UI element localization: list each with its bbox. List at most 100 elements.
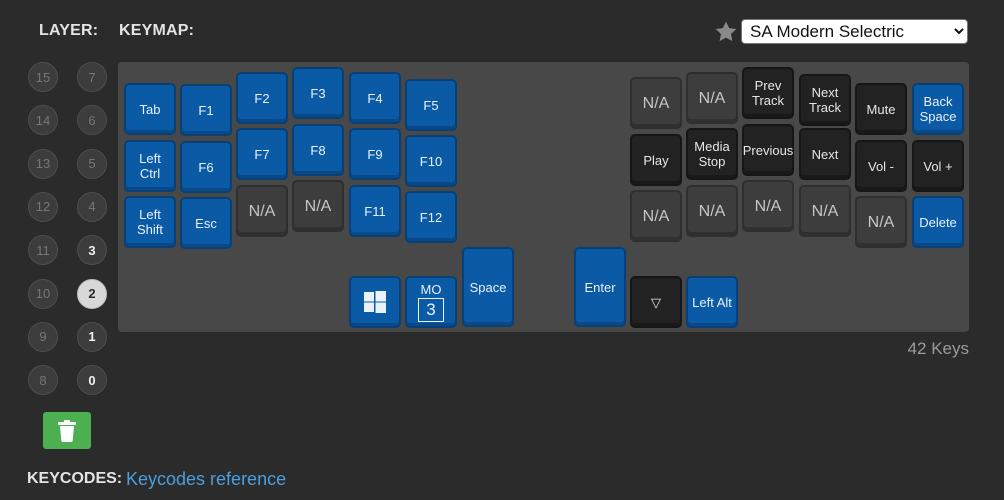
key-play[interactable]: Play	[630, 134, 682, 186]
key-n-a[interactable]: N/A	[686, 72, 738, 124]
layer-button-3[interactable]: 3	[77, 235, 107, 266]
key-mute[interactable]: Mute	[855, 83, 907, 135]
key-next[interactable]: Next	[799, 128, 851, 180]
key-label: F2	[254, 90, 270, 106]
layer-button-4[interactable]: 4	[77, 191, 107, 222]
key-label: N/A	[304, 197, 332, 215]
keyset-select[interactable]: SA Modern Selectric	[741, 19, 968, 44]
key-layer-number: 3	[418, 297, 444, 322]
key-f3[interactable]: F3	[292, 67, 344, 119]
key-f8[interactable]: F8	[292, 124, 344, 176]
layer-button-1[interactable]: 1	[77, 321, 107, 352]
layer-button-8[interactable]: 8	[28, 365, 58, 396]
key-f9[interactable]: F9	[349, 128, 401, 180]
layer-button-6[interactable]: 6	[77, 105, 107, 136]
key-f12[interactable]: F12	[405, 191, 457, 243]
key-symbol[interactable]: ▽	[630, 276, 682, 328]
key-f5[interactable]: F5	[405, 79, 457, 131]
key-label: Vol -	[867, 158, 894, 174]
key-left-alt[interactable]: Left Alt	[686, 276, 738, 328]
key-enter[interactable]: Enter	[574, 247, 626, 327]
key-label: N/A	[867, 213, 895, 231]
layer-button-15[interactable]: 15	[28, 62, 58, 92]
key-mo[interactable]: MO 3	[405, 276, 457, 328]
key-label: Space	[469, 279, 507, 295]
key-f6[interactable]: F6	[180, 141, 232, 193]
keycodes-reference-link[interactable]: Keycodes reference	[126, 469, 286, 490]
key-label: F1	[198, 102, 214, 118]
key-delete[interactable]: Delete	[912, 196, 964, 248]
key-label: F11	[364, 203, 386, 219]
key-f7[interactable]: F7	[236, 128, 288, 180]
key-n-a[interactable]: N/A	[630, 190, 682, 242]
key-f2[interactable]: F2	[236, 72, 288, 124]
key-label: N/A	[642, 207, 670, 225]
star-icon[interactable]	[714, 20, 738, 44]
key-label: F4	[367, 90, 383, 106]
key-f11[interactable]: F11	[349, 185, 401, 237]
key-n-a[interactable]: N/A	[742, 180, 794, 232]
layer-button-5[interactable]: 5	[77, 148, 107, 179]
key-f4[interactable]: F4	[349, 72, 401, 124]
key-label: Back Space	[919, 94, 957, 124]
trash-icon	[58, 419, 76, 442]
key-label: Esc	[195, 215, 217, 231]
key-label: F10	[419, 153, 443, 169]
layer-button-0[interactable]: 0	[77, 365, 107, 396]
key-label: ▽	[651, 294, 661, 310]
key-next-track[interactable]: Next Track	[799, 74, 851, 126]
keymap-heading: KEYMAP:	[119, 22, 195, 39]
key-n-a[interactable]: N/A	[292, 180, 344, 232]
key-label: Left Alt	[692, 294, 732, 310]
key-esc[interactable]: Esc	[180, 197, 232, 249]
key-n-a[interactable]: N/A	[799, 185, 851, 237]
key-f10[interactable]: F10	[405, 135, 457, 187]
key-n-a[interactable]: N/A	[855, 196, 907, 248]
key-label: F5	[423, 97, 439, 113]
key-label: N/A	[811, 202, 839, 220]
layer-button-7[interactable]: 7	[77, 62, 107, 92]
key-label: F6	[198, 159, 214, 175]
key-label: Left Ctrl	[139, 151, 161, 181]
key-label: Previous	[742, 142, 794, 158]
key-label: F3	[310, 85, 326, 101]
key-windows-logo-icon[interactable]	[349, 276, 401, 328]
delete-layer-button[interactable]	[43, 412, 91, 449]
key-space[interactable]: Space	[462, 247, 514, 327]
layer-button-10[interactable]: 10	[28, 278, 58, 309]
layer-button-2[interactable]: 2	[77, 278, 107, 309]
key-vol[interactable]: Vol +	[912, 140, 964, 192]
key-label: Vol +	[923, 158, 953, 174]
key-label: N/A	[754, 197, 782, 215]
key-f1[interactable]: F1	[180, 84, 232, 136]
layer-button-14[interactable]: 14	[28, 105, 58, 136]
layer-button-13[interactable]: 13	[28, 148, 58, 179]
key-label: Prev Track	[751, 78, 785, 108]
key-label: Delete	[919, 214, 957, 230]
windows-logo-icon	[364, 291, 386, 313]
layer-button-12[interactable]: 12	[28, 191, 58, 222]
key-tab[interactable]: Tab	[124, 83, 176, 135]
key-previous[interactable]: Previous	[742, 124, 794, 176]
key-label: F9	[367, 146, 383, 162]
key-n-a[interactable]: N/A	[630, 77, 682, 129]
key-vol[interactable]: Vol -	[855, 140, 907, 192]
key-left-ctrl[interactable]: Left Ctrl	[124, 140, 176, 192]
key-label: N/A	[698, 202, 726, 220]
layer-button-9[interactable]: 9	[28, 321, 58, 352]
keycodes-heading: KEYCODES:	[27, 470, 123, 487]
key-left-shift[interactable]: Left Shift	[124, 196, 176, 248]
key-prev-track[interactable]: Prev Track	[742, 67, 794, 119]
key-label: N/A	[248, 202, 276, 220]
key-label: Next	[811, 146, 839, 162]
layer-heading: LAYER:	[39, 22, 99, 39]
key-label: F8	[310, 142, 326, 158]
layer-button-11[interactable]: 11	[28, 235, 58, 266]
key-back-space[interactable]: Back Space	[912, 83, 964, 135]
key-n-a[interactable]: N/A	[686, 185, 738, 237]
key-n-a[interactable]: N/A	[236, 185, 288, 237]
key-label: Next Track	[808, 85, 842, 115]
key-label: Enter	[584, 279, 616, 295]
key-media-stop[interactable]: Media Stop	[686, 128, 738, 180]
key-label: Tab	[139, 101, 161, 117]
